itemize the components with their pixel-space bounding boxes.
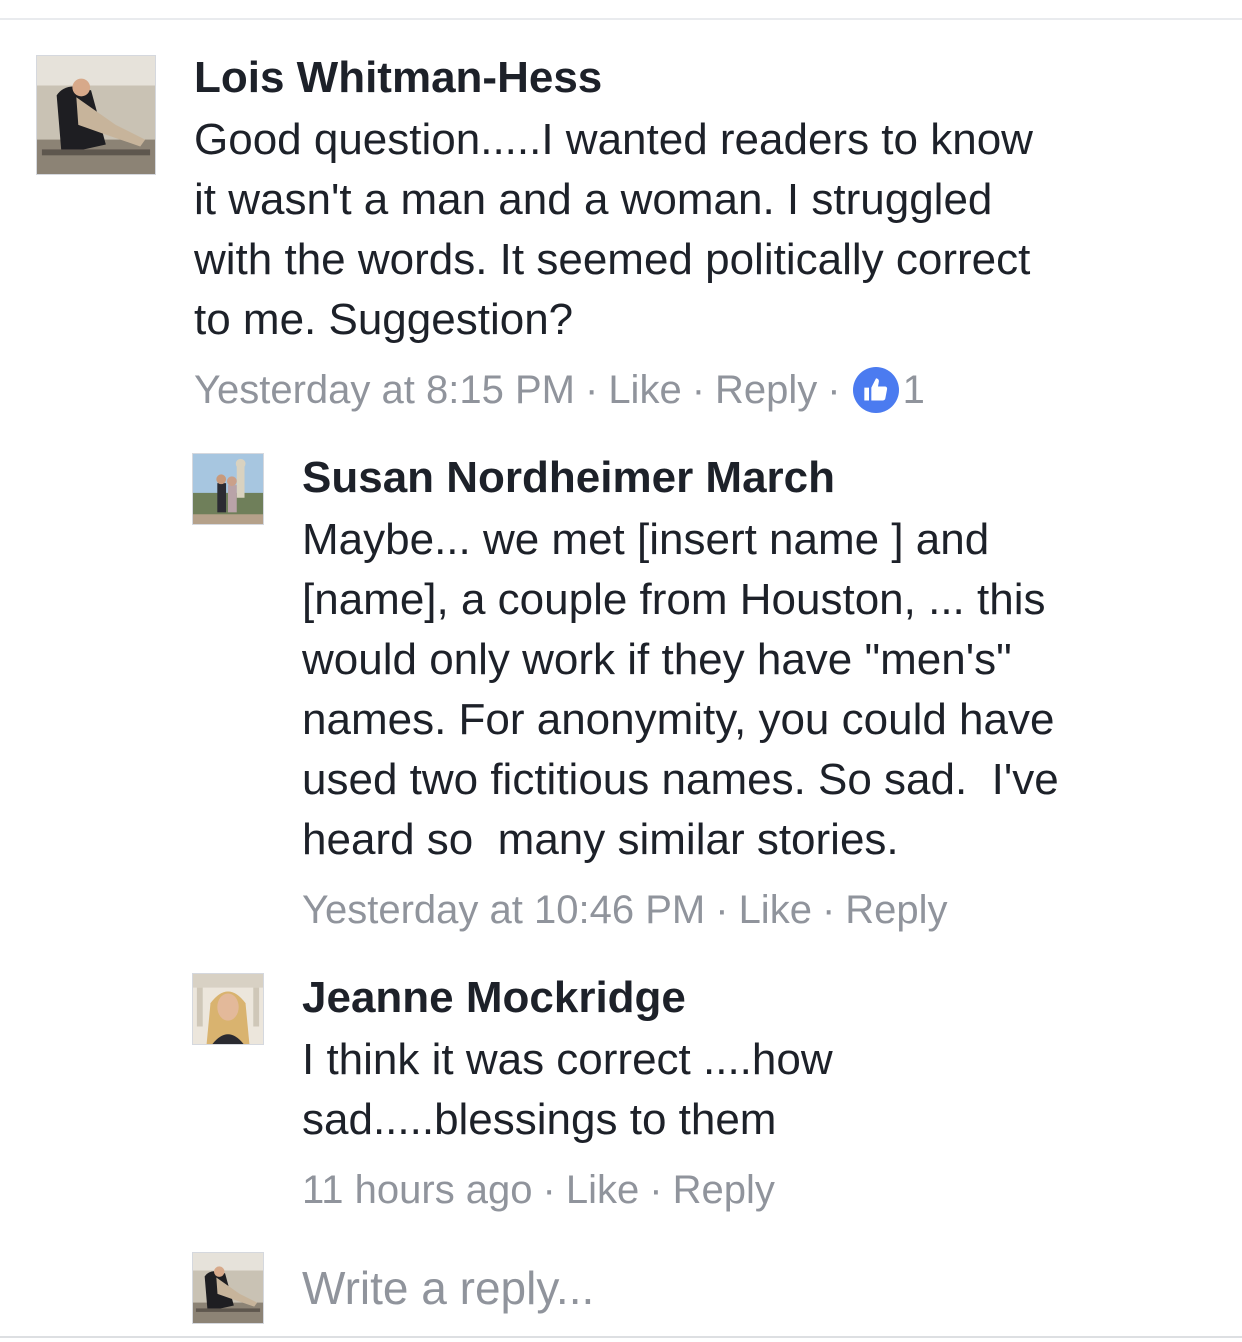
reply-timestamp[interactable]: 11 hours ago xyxy=(302,1166,533,1214)
comment-meta: Yesterday at 8:15 PM · Like · Reply · 1 xyxy=(194,366,1204,414)
reply-timestamp[interactable]: Yesterday at 10:46 PM xyxy=(302,886,705,934)
top-divider xyxy=(0,18,1242,20)
reply-button[interactable]: Reply xyxy=(673,1166,775,1214)
avatar[interactable] xyxy=(192,453,264,525)
write-reply-input[interactable]: Write a reply... xyxy=(302,1260,1202,1316)
comment-timestamp[interactable]: Yesterday at 8:15 PM xyxy=(194,366,575,414)
separator-dot: · xyxy=(827,368,841,412)
avatar-photo-icon xyxy=(37,56,155,174)
avatar[interactable] xyxy=(36,55,156,175)
reply-button[interactable]: Reply xyxy=(845,886,947,934)
avatar-photo-icon xyxy=(193,454,263,524)
avatar-photo-icon xyxy=(193,1253,263,1323)
current-user-avatar xyxy=(192,1252,264,1324)
separator-dot: · xyxy=(584,368,599,412)
separator-dot: · xyxy=(821,888,836,932)
reply-comment: Jeanne Mockridge I think it was correct … xyxy=(302,972,1212,1214)
avatar-photo-icon xyxy=(193,974,263,1044)
separator-dot: · xyxy=(691,368,706,412)
reply-meta: 11 hours ago · Like · Reply xyxy=(302,1166,1212,1214)
thumbs-up-icon[interactable] xyxy=(852,367,899,413)
comment: Lois Whitman-Hess Good question.....I wa… xyxy=(194,52,1204,414)
bottom-divider xyxy=(0,1336,1242,1338)
reaction-count[interactable]: 1 xyxy=(903,366,925,414)
separator-dot: · xyxy=(649,1168,663,1212)
separator-dot: · xyxy=(715,888,729,932)
separator-dot: · xyxy=(542,1168,556,1212)
reply-author[interactable]: Jeanne Mockridge xyxy=(302,972,1212,1024)
like-button[interactable]: Like xyxy=(566,1166,639,1214)
like-button[interactable]: Like xyxy=(608,366,681,414)
comment-author[interactable]: Lois Whitman-Hess xyxy=(194,52,1204,104)
reply-text: I think it was correct ....how sad.....b… xyxy=(302,1035,833,1144)
reply-comment: Susan Nordheimer March Maybe... we met [… xyxy=(302,452,1212,934)
reply-text: Maybe... we met [insert name ] and [name… xyxy=(302,515,1059,864)
reply-meta: Yesterday at 10:46 PM · Like · Reply xyxy=(302,886,1212,934)
avatar[interactable] xyxy=(192,973,264,1045)
like-button[interactable]: Like xyxy=(739,886,812,934)
reply-button[interactable]: Reply xyxy=(715,366,817,414)
comment-text: Good question.....I wanted readers to kn… xyxy=(194,115,1033,344)
reply-author[interactable]: Susan Nordheimer March xyxy=(302,452,1212,504)
